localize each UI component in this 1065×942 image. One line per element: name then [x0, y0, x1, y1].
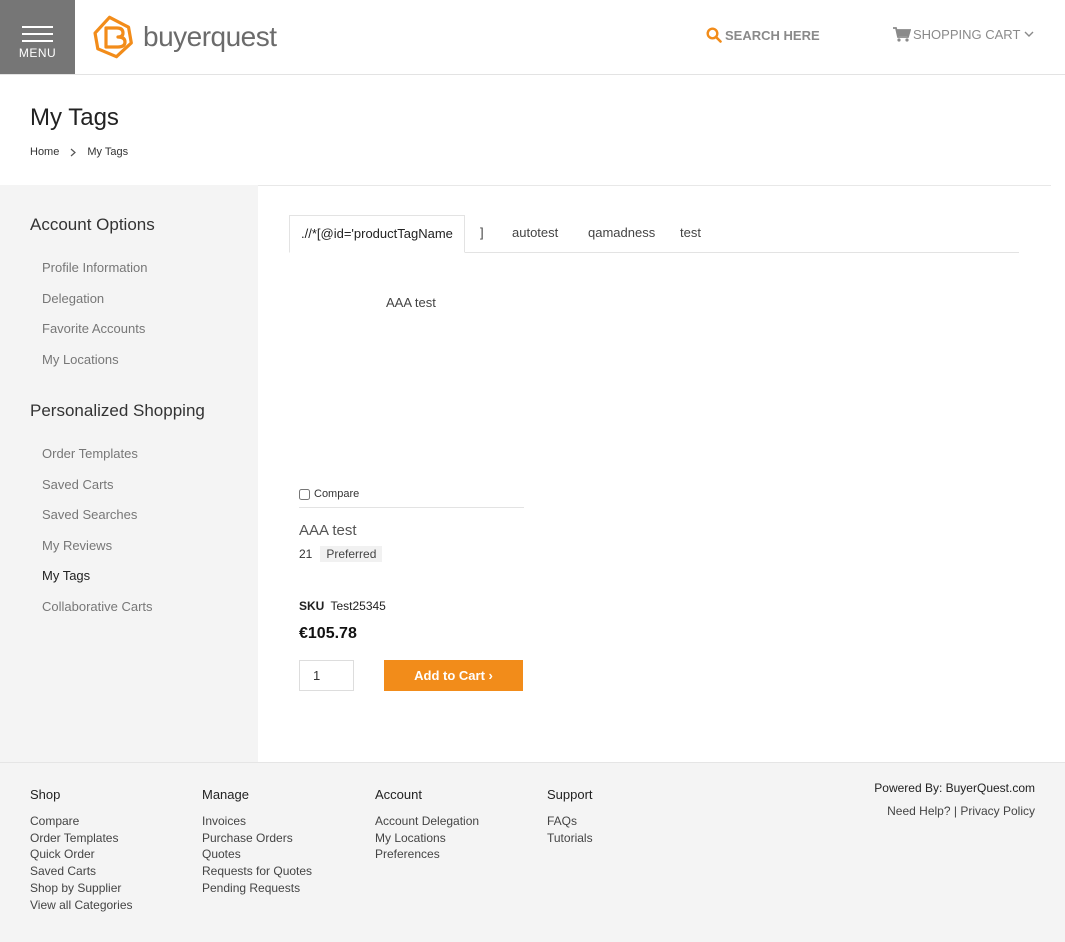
footer-link-shop-by-supplier[interactable]: Shop by Supplier — [30, 880, 133, 897]
footer-link-requests-for-quotes[interactable]: Requests for Quotes — [202, 863, 312, 880]
sidebar-item-favorite-accounts[interactable]: Favorite Accounts — [42, 321, 145, 336]
privacy-policy-link[interactable]: Privacy Policy — [960, 804, 1035, 818]
product-name-link[interactable]: AAA test — [299, 522, 357, 539]
shopping-cart-link[interactable]: SHOPPING CART — [893, 27, 1036, 42]
breadcrumb: Home My Tags — [30, 146, 128, 158]
sidebar-item-my-locations[interactable]: My Locations — [42, 352, 119, 367]
search-link[interactable]: SEARCH HERE — [706, 27, 820, 43]
tab-qamadness[interactable]: qamadness — [588, 215, 655, 253]
need-help-link[interactable]: Need Help? — [887, 804, 950, 818]
cart-icon — [893, 27, 911, 42]
compare-checkbox-input[interactable] — [299, 488, 310, 500]
sidebar-item-delegation[interactable]: Delegation — [42, 291, 104, 306]
sidebar-item-saved-carts[interactable]: Saved Carts — [42, 477, 114, 492]
footer-account-column: Account Account Delegation My Locations … — [375, 787, 479, 863]
site-footer: Shop Compare Order Templates Quick Order… — [0, 762, 1065, 942]
tag-list-item[interactable]: AAA test — [386, 295, 436, 310]
personalized-shopping-heading: Personalized Shopping — [30, 401, 205, 420]
search-label: SEARCH HERE — [725, 27, 820, 43]
search-icon — [706, 27, 722, 43]
footer-link-order-templates[interactable]: Order Templates — [30, 830, 133, 847]
footer-link-quotes[interactable]: Quotes — [202, 846, 312, 863]
footer-manage-heading: Manage — [202, 787, 249, 802]
footer-link-account-delegation[interactable]: Account Delegation — [375, 813, 479, 830]
footer-link-separator: | — [953, 804, 957, 818]
site-header: MENU buyerquest SEARCH HERE SHOPPING CAR… — [0, 0, 1065, 75]
sku-value: Test25345 — [330, 599, 386, 613]
footer-link-quick-order[interactable]: Quick Order — [30, 846, 133, 863]
compare-label: Compare — [314, 488, 360, 500]
sidebar-item-order-templates[interactable]: Order Templates — [42, 446, 138, 461]
footer-link-saved-carts[interactable]: Saved Carts — [30, 863, 133, 880]
footer-shop-heading: Shop — [30, 787, 61, 802]
footer-link-invoices[interactable]: Invoices — [202, 813, 312, 830]
preferred-badge: Preferred — [320, 546, 383, 562]
footer-link-purchase-orders[interactable]: Purchase Orders — [202, 830, 312, 847]
product-price: €105.78 — [299, 625, 357, 642]
footer-shop-column: Shop Compare Order Templates Quick Order… — [30, 787, 133, 913]
footer-link-compare[interactable]: Compare — [30, 813, 133, 830]
page-title: My Tags — [30, 104, 119, 131]
footer-link-view-all-categories[interactable]: View all Categories — [30, 897, 133, 914]
tab-test[interactable]: test — [680, 215, 701, 253]
logo-text: buyerquest — [143, 21, 277, 52]
product-sku: SKU Test25345 — [299, 599, 386, 613]
rating-count: 21 — [299, 547, 313, 561]
tag-tabs: .//*[@id='productTagName ] autotest qama… — [289, 215, 1019, 253]
content-top-divider — [258, 185, 1051, 186]
tab-autotest[interactable]: autotest — [512, 215, 558, 253]
hamburger-icon — [22, 26, 53, 47]
tab-product-tag-name[interactable]: .//*[@id='productTagName — [289, 215, 465, 253]
account-options-heading: Account Options — [30, 215, 155, 234]
add-to-cart-button[interactable]: Add to Cart › — [384, 660, 523, 691]
breadcrumb-current: My Tags — [87, 146, 129, 158]
buyerquest-logo[interactable]: buyerquest — [90, 14, 277, 60]
sidebar-item-collaborative-carts[interactable]: Collaborative Carts — [42, 599, 153, 614]
breadcrumb-home[interactable]: Home — [30, 146, 59, 158]
account-sidebar: Account Options Profile Information Dele… — [0, 185, 258, 762]
menu-label: MENU — [18, 46, 57, 60]
footer-link-preferences[interactable]: Preferences — [375, 846, 479, 863]
footer-link-pending-requests[interactable]: Pending Requests — [202, 880, 312, 897]
logo-mark-icon — [93, 15, 133, 59]
footer-link-faqs[interactable]: FAQs — [547, 813, 593, 830]
chevron-right-icon — [70, 148, 77, 156]
sidebar-item-my-tags[interactable]: My Tags — [42, 568, 90, 583]
footer-account-heading: Account — [375, 787, 422, 802]
powered-by-text[interactable]: Powered By: BuyerQuest.com — [874, 781, 1035, 795]
card-divider — [299, 507, 524, 508]
footer-link-my-locations[interactable]: My Locations — [375, 830, 479, 847]
tab-bracket[interactable]: ] — [480, 215, 484, 253]
sidebar-item-my-reviews[interactable]: My Reviews — [42, 538, 112, 553]
menu-button[interactable]: MENU — [0, 0, 75, 74]
sidebar-item-saved-searches[interactable]: Saved Searches — [42, 507, 137, 522]
footer-support-heading: Support — [547, 787, 593, 802]
product-meta: 21 Preferred — [299, 546, 383, 562]
cart-label: SHOPPING CART — [913, 27, 1021, 42]
footer-manage-column: Manage Invoices Purchase Orders Quotes R… — [202, 787, 312, 897]
sidebar-item-profile-information[interactable]: Profile Information — [42, 260, 148, 275]
sku-label: SKU — [299, 599, 325, 613]
footer-help-links: Need Help? | Privacy Policy — [887, 804, 1035, 818]
compare-checkbox[interactable]: Compare — [299, 488, 359, 500]
footer-support-column: Support FAQs Tutorials — [547, 787, 593, 846]
chevron-down-icon — [1024, 31, 1034, 37]
footer-link-tutorials[interactable]: Tutorials — [547, 830, 593, 847]
quantity-input[interactable] — [299, 660, 354, 691]
